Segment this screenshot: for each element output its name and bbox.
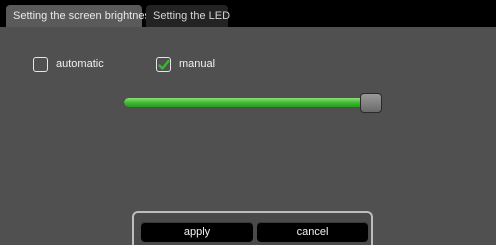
slider-track[interactable] <box>124 98 382 107</box>
cancel-button[interactable]: cancel <box>257 222 368 242</box>
brightness-slider[interactable] <box>124 93 382 113</box>
slider-fill <box>124 98 372 107</box>
automatic-option[interactable]: automatic <box>33 55 104 73</box>
checkmark-icon <box>158 59 170 70</box>
tab-bar: Setting the screen brightness Setting th… <box>0 0 496 27</box>
slider-thumb[interactable] <box>360 93 382 113</box>
manual-label: manual <box>179 58 216 70</box>
apply-button[interactable]: apply <box>141 222 253 242</box>
automatic-label: automatic <box>56 58 104 70</box>
tab-screen-brightness[interactable]: Setting the screen brightness <box>6 5 155 27</box>
button-bar: apply cancel <box>132 211 373 245</box>
automatic-checkbox[interactable] <box>33 56 48 72</box>
manual-checkbox[interactable] <box>156 56 171 72</box>
manual-option[interactable]: manual <box>156 55 215 73</box>
tab-led[interactable]: Setting the LED <box>146 5 230 27</box>
